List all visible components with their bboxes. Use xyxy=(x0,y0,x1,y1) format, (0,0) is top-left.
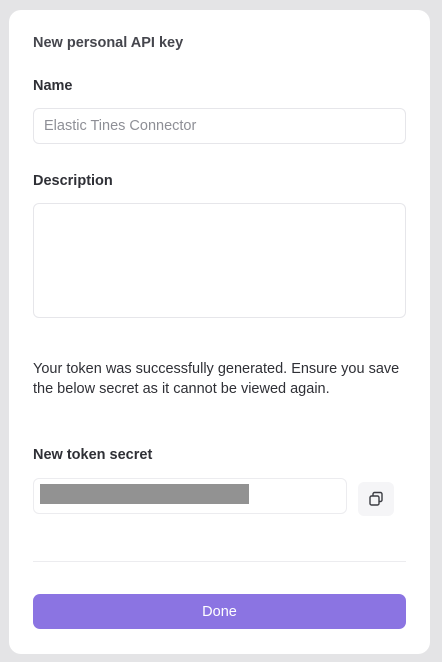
name-label: Name xyxy=(33,78,73,94)
copy-secret-button[interactable] xyxy=(358,482,394,516)
redacted-secret-mask xyxy=(40,484,249,504)
footer-divider xyxy=(33,561,406,562)
token-secret-field[interactable] xyxy=(33,478,347,514)
name-input[interactable] xyxy=(33,108,406,144)
description-input[interactable] xyxy=(33,203,406,318)
token-secret-label: New token secret xyxy=(33,447,153,463)
done-button[interactable]: Done xyxy=(33,594,406,629)
copy-icon xyxy=(368,491,384,507)
dialog-title: New personal API key xyxy=(33,35,184,51)
description-label: Description xyxy=(33,173,113,189)
token-generated-notice: Your token was successfully generated. E… xyxy=(33,361,400,397)
new-api-key-dialog: New personal API key Name Description Yo… xyxy=(9,10,430,654)
